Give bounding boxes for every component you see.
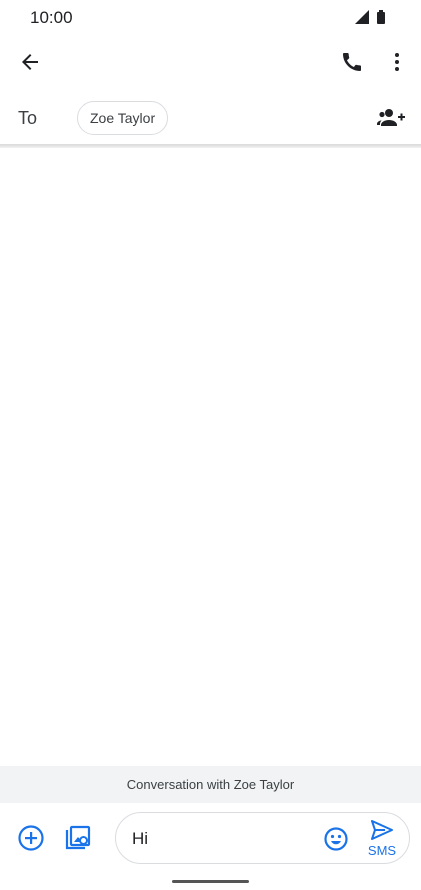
to-label: To: [18, 108, 38, 128]
attach-button[interactable]: [11, 818, 51, 858]
send-label: SMS: [367, 843, 397, 858]
gesture-nav-handle[interactable]: [172, 880, 249, 883]
back-arrow-icon: [22, 54, 38, 70]
more-vert-icon: [395, 53, 399, 71]
emoji-button[interactable]: [316, 819, 356, 859]
add-person-icon: [377, 109, 405, 126]
emoji-icon: [324, 827, 348, 851]
back-button[interactable]: [10, 42, 50, 82]
phone-icon: [343, 53, 361, 71]
add-circle-icon: [18, 825, 44, 851]
app-bar: [0, 40, 421, 86]
conversation-area[interactable]: [0, 148, 421, 766]
compose-bar: SMS: [0, 803, 421, 873]
add-recipient-button[interactable]: [371, 98, 411, 138]
status-icons: [353, 9, 393, 25]
send-icon: [371, 820, 393, 840]
recipient-row: To Zoe Taylor: [0, 94, 421, 144]
conversation-banner: Conversation with Zoe Taylor: [0, 766, 421, 803]
status-bar: 10:00: [0, 0, 421, 34]
send-button[interactable]: SMS: [360, 815, 404, 861]
conversation-banner-text: Conversation with Zoe Taylor: [126, 777, 295, 792]
signal-icon: [355, 10, 369, 24]
messages-screen: 10:00 To Zoe Taylor Conversation with Zo…: [0, 0, 421, 890]
recipient-chip[interactable]: Zoe Taylor: [77, 101, 169, 135]
gallery-icon: [65, 825, 91, 850]
compose-box: SMS: [115, 812, 410, 864]
battery-icon: [377, 10, 385, 24]
call-button[interactable]: [332, 42, 372, 82]
status-time: 10:00: [30, 8, 73, 27]
gallery-button[interactable]: [58, 818, 98, 858]
more-options-button[interactable]: [377, 42, 417, 82]
recipient-chip-label: Zoe Taylor: [90, 110, 156, 126]
message-input[interactable]: [132, 827, 312, 851]
